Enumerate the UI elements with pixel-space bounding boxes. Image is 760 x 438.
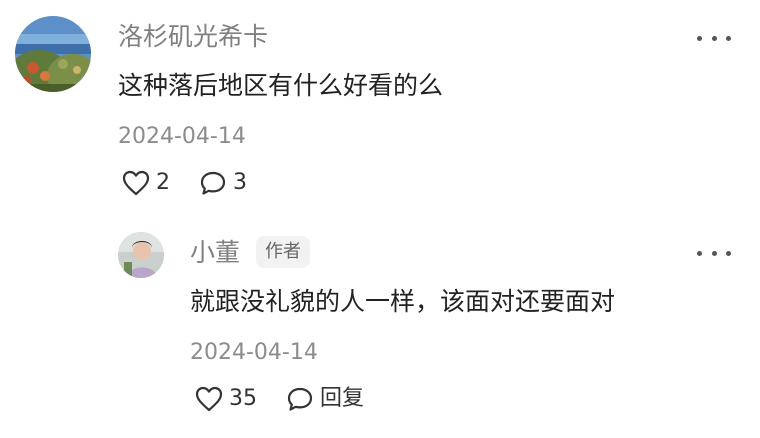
reply-date: 2024-04-14	[190, 340, 318, 365]
avatar[interactable]	[15, 16, 91, 92]
chat-bubble-icon	[286, 386, 314, 412]
like-button[interactable]: 2	[122, 170, 170, 196]
like-button[interactable]: 35	[195, 386, 257, 412]
comment-author[interactable]: 洛杉矶光希卡	[118, 24, 268, 49]
reply-label: 回复	[320, 386, 365, 411]
chat-bubble-icon	[199, 170, 227, 196]
heart-outline-icon	[195, 386, 223, 412]
more-dots-icon[interactable]	[697, 247, 731, 259]
reply-author[interactable]: 小董	[190, 240, 240, 265]
like-count: 2	[156, 170, 170, 195]
comment-item: 洛杉矶光希卡 这种落后地区有什么好看的么 2024-04-14 2 3	[0, 0, 760, 210]
comment-date: 2024-04-14	[118, 124, 246, 149]
reply-count: 3	[233, 170, 247, 195]
reply-button[interactable]: 回复	[286, 386, 364, 412]
reply-item: 小董 作者 就跟没礼貌的人一样，该面对还要面对 2024-04-14 35 回复	[0, 210, 760, 438]
author-badge: 作者	[256, 236, 310, 268]
comment-content: 这种落后地区有什么好看的么	[118, 71, 444, 100]
reply-content: 就跟没礼貌的人一样，该面对还要面对	[190, 287, 616, 316]
more-dots-icon[interactable]	[697, 32, 731, 44]
avatar[interactable]	[118, 232, 164, 278]
heart-outline-icon	[122, 170, 150, 196]
like-count: 35	[229, 386, 257, 411]
reply-button[interactable]: 3	[199, 170, 247, 196]
